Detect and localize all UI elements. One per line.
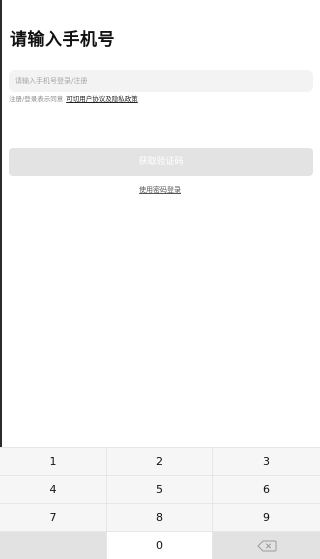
page-title: 请输入手机号 xyxy=(10,30,115,50)
key-6[interactable]: 6 xyxy=(213,476,320,503)
key-9[interactable]: 9 xyxy=(213,504,320,531)
phone-input[interactable] xyxy=(9,70,313,92)
key-7[interactable]: 7 xyxy=(0,504,107,531)
backspace-key[interactable] xyxy=(213,532,320,559)
password-login-container: 使用密码登录 xyxy=(0,185,320,195)
agreement-link[interactable]: 可切用户协议及隐私政策 xyxy=(66,95,138,103)
get-code-button[interactable]: 获取验证码 xyxy=(9,148,313,176)
key-4[interactable]: 4 xyxy=(0,476,107,503)
backspace-icon xyxy=(256,540,276,551)
numeric-keypad: 1 2 3 4 5 6 7 8 9 0 xyxy=(0,447,320,559)
agreement-text: 注册/登录表示同意 可切用户协议及隐私政策 xyxy=(9,94,138,104)
key-0[interactable]: 0 xyxy=(107,532,213,559)
key-1[interactable]: 1 xyxy=(0,448,107,475)
left-edge-strip xyxy=(0,0,2,507)
password-login-link[interactable]: 使用密码登录 xyxy=(139,186,181,194)
key-8[interactable]: 8 xyxy=(107,504,213,531)
key-5[interactable]: 5 xyxy=(107,476,213,503)
key-2[interactable]: 2 xyxy=(107,448,213,475)
agreement-prefix: 注册/登录表示同意 xyxy=(9,95,64,103)
key-blank xyxy=(0,532,107,559)
key-3[interactable]: 3 xyxy=(213,448,320,475)
